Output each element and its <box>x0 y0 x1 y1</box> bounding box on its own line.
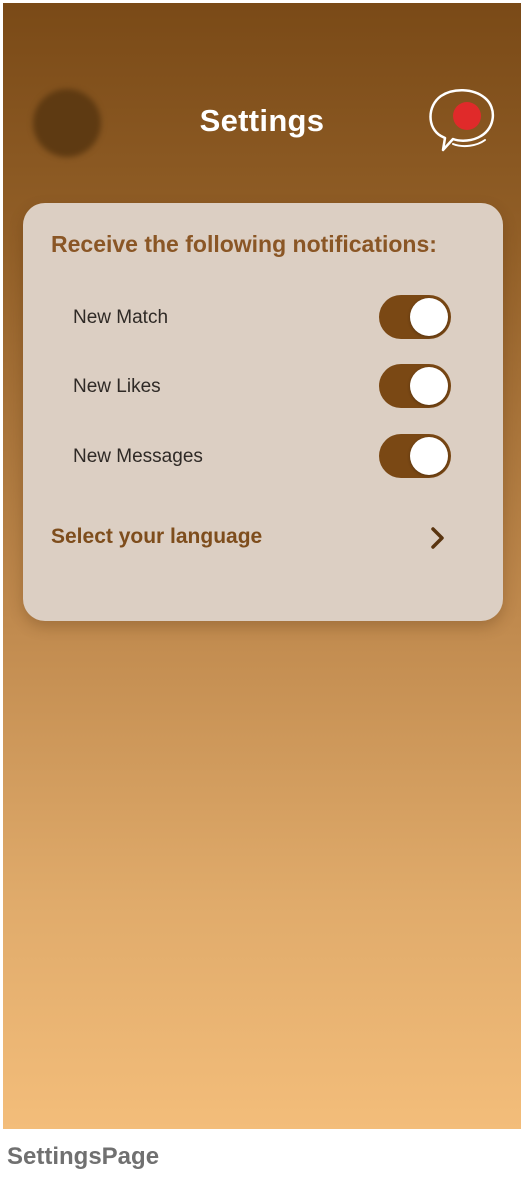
toggle-row-new-messages: New Messages <box>73 434 451 480</box>
toggle-row-new-match: New Match <box>73 295 451 341</box>
notifications-heading: Receive the following notifications: <box>51 231 437 257</box>
chat-bubble-icon <box>429 89 494 152</box>
toggle-label: New Messages <box>73 446 203 467</box>
notification-badge-icon <box>453 102 481 130</box>
chevron-right-icon <box>431 527 444 549</box>
toggle-knob <box>410 437 448 475</box>
select-language-label: Select your language <box>51 525 263 548</box>
toggle-knob <box>410 298 448 336</box>
toggle-knob <box>410 367 448 405</box>
toggle-row-new-likes: New Likes <box>73 364 451 410</box>
screen-caption: SettingsPage <box>7 1143 160 1170</box>
notifications-card: Receive the following notifications: New… <box>23 203 503 621</box>
chat-button[interactable] <box>423 84 499 158</box>
toggle-label: New Likes <box>73 376 161 397</box>
new-match-toggle[interactable] <box>379 295 451 339</box>
settings-screen: Settings Receive the following notificat… <box>3 3 521 1129</box>
select-language-row[interactable]: Select your language <box>51 521 447 555</box>
toggle-label: New Match <box>73 307 169 328</box>
new-messages-toggle[interactable] <box>379 434 451 478</box>
new-likes-toggle[interactable] <box>379 364 451 408</box>
